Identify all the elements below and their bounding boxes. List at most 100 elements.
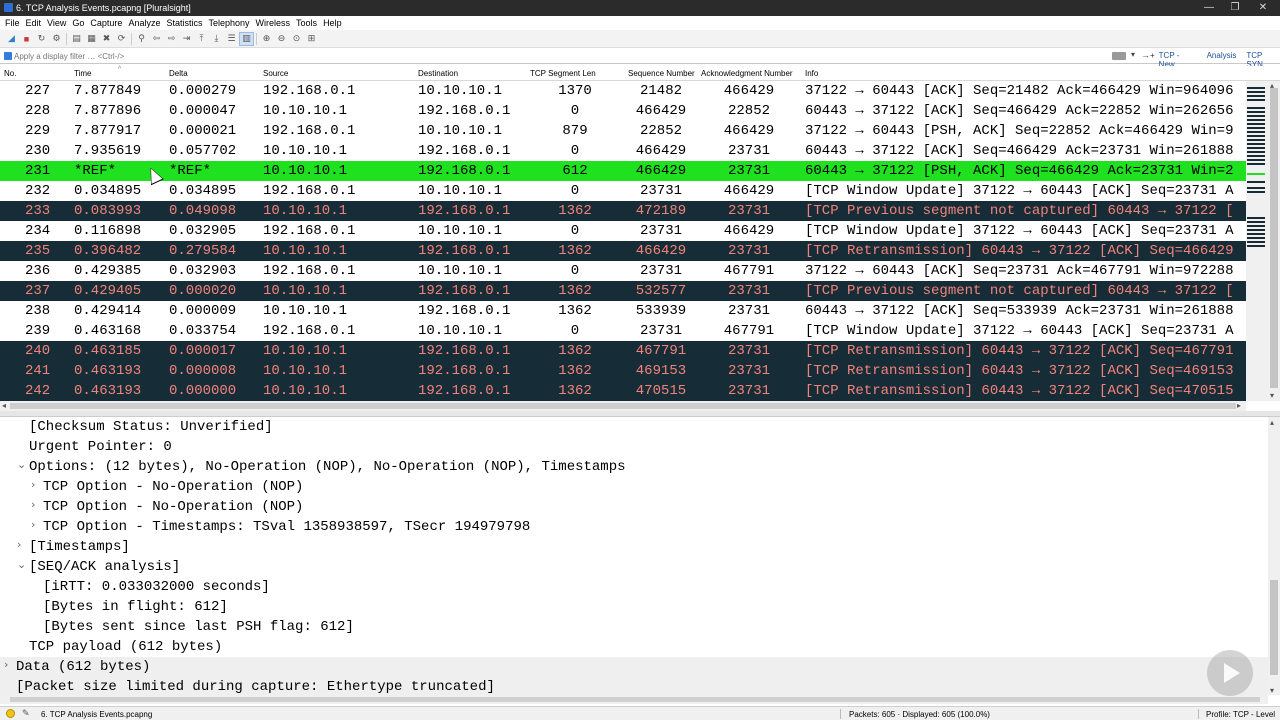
packet-row[interactable]: 238 0.429414 0.000009 10.10.10.1 192.168.0.1…	[0, 301, 1246, 321]
shark-fin-icon[interactable]: ◢	[4, 32, 19, 46]
detail-tree-item[interactable]: [Checksum Status: Unverified]	[0, 417, 1268, 437]
colorize-icon[interactable]: ▥	[239, 31, 254, 46]
restore-icon[interactable]: ❐	[1222, 0, 1248, 16]
packet-row[interactable]: 236 0.429385 0.032903 192.168.0.1 10.10.10.1…	[0, 261, 1246, 281]
packet-list-hscroll-thumb[interactable]	[10, 403, 1236, 409]
detail-tree-item[interactable]: › [Timestamps]	[0, 537, 1268, 557]
packet-list[interactable]: 227 7.877849 0.000279 192.168.0.1 10.10.10.1…	[0, 81, 1246, 401]
column-header-delta[interactable]: Delta	[169, 69, 188, 78]
reload-icon[interactable]: ⟳	[114, 32, 129, 46]
details-scroll-thumb[interactable]	[1270, 580, 1278, 675]
packet-row[interactable]: 239 0.463168 0.033754 192.168.0.1 10.10.10.1…	[0, 321, 1246, 341]
detail-tree-item[interactable]: [Bytes in flight: 612]	[0, 597, 1268, 617]
detail-tree-item[interactable]: [Packet size limited during capture: Eth…	[0, 677, 1268, 695]
packet-row[interactable]: 240 0.463185 0.000017 10.10.10.1 192.168.0.1…	[0, 341, 1246, 361]
resize-columns-icon[interactable]: ⊞	[304, 32, 319, 46]
expand-arrow-icon[interactable]: ›	[4, 658, 8, 671]
expert-info-icon[interactable]	[6, 709, 15, 718]
packet-row[interactable]: 230 7.935619 0.057702 10.10.10.1 192.168.0.1…	[0, 141, 1246, 161]
status-profile[interactable]: Profile: TCP - Level 1	[1206, 710, 1280, 720]
packet-details-pane[interactable]: [Checksum Status: Unverified] Urgent Poin…	[0, 417, 1268, 695]
zoom-out-icon[interactable]: ⊖	[274, 32, 289, 46]
filter-bookmark-icon[interactable]	[4, 52, 12, 60]
detail-tree-item[interactable]: [Bytes sent since last PSH flag: 612]	[0, 617, 1268, 637]
details-scroll-up-icon[interactable]: ▴	[1270, 418, 1274, 427]
open-file-icon[interactable]: ▤	[69, 32, 84, 46]
column-header-info[interactable]: Info	[805, 69, 818, 78]
packet-row[interactable]: 229 7.877917 0.000021 192.168.0.1 10.10.10.1…	[0, 121, 1246, 141]
packet-row[interactable]: 235 0.396482 0.279584 10.10.10.1 192.168.0.1…	[0, 241, 1246, 261]
go-back-icon[interactable]: ⇦	[149, 32, 164, 46]
go-first-icon[interactable]: ⤒	[194, 32, 209, 46]
column-header-source[interactable]: Source	[263, 69, 288, 78]
packet-row[interactable]: 237 0.429405 0.000020 10.10.10.1 192.168.0.1…	[0, 281, 1246, 301]
column-header-time[interactable]: Time	[74, 69, 91, 78]
filter-dropdown-icon[interactable]: ▾	[1131, 50, 1135, 59]
column-header-acknowledgment[interactable]: Acknowledgment Number	[701, 69, 793, 78]
packet-row[interactable]: 232 0.034895 0.034895 192.168.0.1 10.10.10.1…	[0, 181, 1246, 201]
apply-filter-icon[interactable]: →	[1141, 50, 1150, 60]
menu-analyze[interactable]: Analyze	[128, 18, 166, 28]
menu-file[interactable]: File	[5, 18, 26, 28]
detail-tree-item[interactable]: Urgent Pointer: 0	[0, 437, 1268, 457]
menu-wireless[interactable]: Wireless	[256, 18, 297, 28]
column-header-segment-len[interactable]: TCP Segment Len	[530, 69, 596, 78]
display-filter-input[interactable]	[14, 51, 1126, 62]
menu-tools[interactable]: Tools	[296, 18, 323, 28]
save-icon[interactable]: ▦	[84, 32, 99, 46]
collapse-arrow-icon[interactable]: ⌄	[17, 458, 26, 471]
minimize-icon[interactable]: —	[1196, 0, 1222, 16]
details-hscroll-thumb[interactable]	[10, 697, 1260, 702]
expand-arrow-icon[interactable]: ›	[31, 518, 35, 531]
scroll-right-icon[interactable]: ▸	[1237, 401, 1241, 410]
menu-go[interactable]: Go	[72, 18, 90, 28]
menu-statistics[interactable]: Statistics	[166, 18, 208, 28]
options-gear-icon[interactable]: ⚙	[49, 32, 64, 46]
menu-help[interactable]: Help	[323, 18, 348, 28]
detail-tree-item[interactable]: › TCP Option - No-Operation (NOP)	[0, 497, 1268, 517]
packet-row[interactable]: 242 0.463193 0.000000 10.10.10.1 192.168.0.1…	[0, 381, 1246, 401]
expand-arrow-icon[interactable]: ›	[31, 498, 35, 511]
autoscroll-icon[interactable]: ☰	[224, 32, 239, 46]
packet-row[interactable]: 241 0.463193 0.000008 10.10.10.1 192.168.0.1…	[0, 361, 1246, 381]
column-header-sequence[interactable]: Sequence Number	[628, 69, 695, 78]
packet-minimap[interactable]	[1246, 81, 1268, 401]
menu-edit[interactable]: Edit	[26, 18, 48, 28]
packet-list-scroll-thumb[interactable]	[1270, 88, 1278, 388]
column-header-no[interactable]: No.	[4, 69, 16, 78]
detail-tree-item[interactable]: [iRTT: 0.033032000 seconds]	[0, 577, 1268, 597]
packet-row[interactable]: 227 7.877849 0.000279 192.168.0.1 10.10.10.1…	[0, 81, 1246, 101]
details-scroll-down-icon[interactable]: ▾	[1270, 686, 1274, 695]
close-icon[interactable]: ✕	[1250, 0, 1276, 16]
go-forward-icon[interactable]: ⇨	[164, 32, 179, 46]
stop-icon[interactable]: ■	[19, 32, 34, 46]
zoom-in-icon[interactable]: ⊕	[259, 32, 274, 46]
packet-row[interactable]: 234 0.116898 0.032905 192.168.0.1 10.10.10.1…	[0, 221, 1246, 241]
close-file-icon[interactable]: ✖	[99, 32, 114, 46]
menu-telephony[interactable]: Telephony	[208, 18, 255, 28]
scroll-down-icon[interactable]: ▾	[1270, 391, 1274, 400]
capture-comment-icon[interactable]: ✎	[22, 708, 30, 719]
detail-tree-item[interactable]: › Data (612 bytes)	[0, 657, 1268, 677]
scroll-up-icon[interactable]: ▴	[1270, 81, 1274, 90]
expand-arrow-icon[interactable]: ›	[31, 478, 35, 491]
column-header-destination[interactable]: Destination	[418, 69, 458, 78]
packet-row[interactable]: 233 0.083993 0.049098 10.10.10.1 192.168.0.1…	[0, 201, 1246, 221]
packet-row-selected[interactable]: 231 *REF* *REF* 10.10.10.1 192.168.0.1 612 466…	[0, 161, 1246, 181]
filter-clear-icon[interactable]	[1112, 52, 1126, 60]
packet-row[interactable]: 228 7.877896 0.000047 10.10.10.1 192.168.0.1…	[0, 101, 1246, 121]
detail-tree-item[interactable]: TCP payload (612 bytes)	[0, 637, 1268, 657]
detail-tree-item[interactable]: ⌄ Options: (12 bytes), No-Operation (NOP)…	[0, 457, 1268, 477]
collapse-arrow-icon[interactable]: ⌄	[17, 558, 26, 571]
go-to-packet-icon[interactable]: ⇥	[179, 32, 194, 46]
detail-tree-item[interactable]: › TCP Option - No-Operation (NOP)	[0, 477, 1268, 497]
expand-arrow-icon[interactable]: ›	[17, 538, 21, 551]
go-last-icon[interactable]: ⤓	[209, 32, 224, 46]
menu-capture[interactable]: Capture	[90, 18, 128, 28]
menu-view[interactable]: View	[47, 18, 72, 28]
detail-tree-item[interactable]: › TCP Option - Timestamps: TSval 13589385…	[0, 517, 1268, 537]
detail-tree-item[interactable]: ⌄ [SEQ/ACK analysis]	[0, 557, 1268, 577]
scroll-left-icon[interactable]: ◂	[2, 401, 6, 410]
zoom-normal-icon[interactable]: ⊙	[289, 32, 304, 46]
find-packet-icon[interactable]: ⚲	[134, 32, 149, 46]
